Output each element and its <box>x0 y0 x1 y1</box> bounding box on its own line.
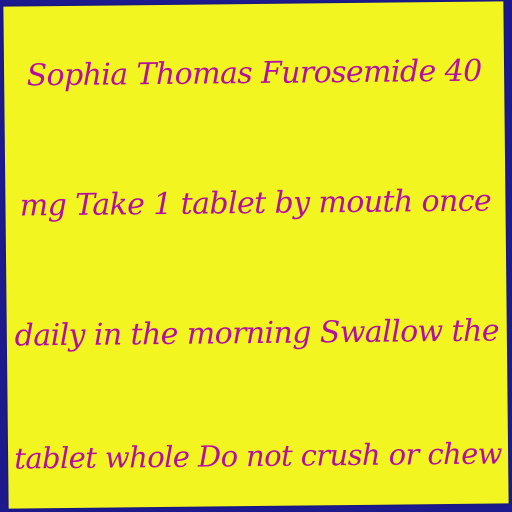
note-line-4: tablet whole Do not crush or chew <box>14 436 503 476</box>
note-line-1: Sophia Thomas Furosemide 40 <box>26 53 482 94</box>
sticky-note: Sophia Thomas Furosemide 40 mg Take 1 ta… <box>3 1 509 509</box>
note-line-3: daily in the morning Swallow the <box>14 313 500 354</box>
note-line-2: mg Take 1 tablet by mouth once <box>19 183 492 224</box>
